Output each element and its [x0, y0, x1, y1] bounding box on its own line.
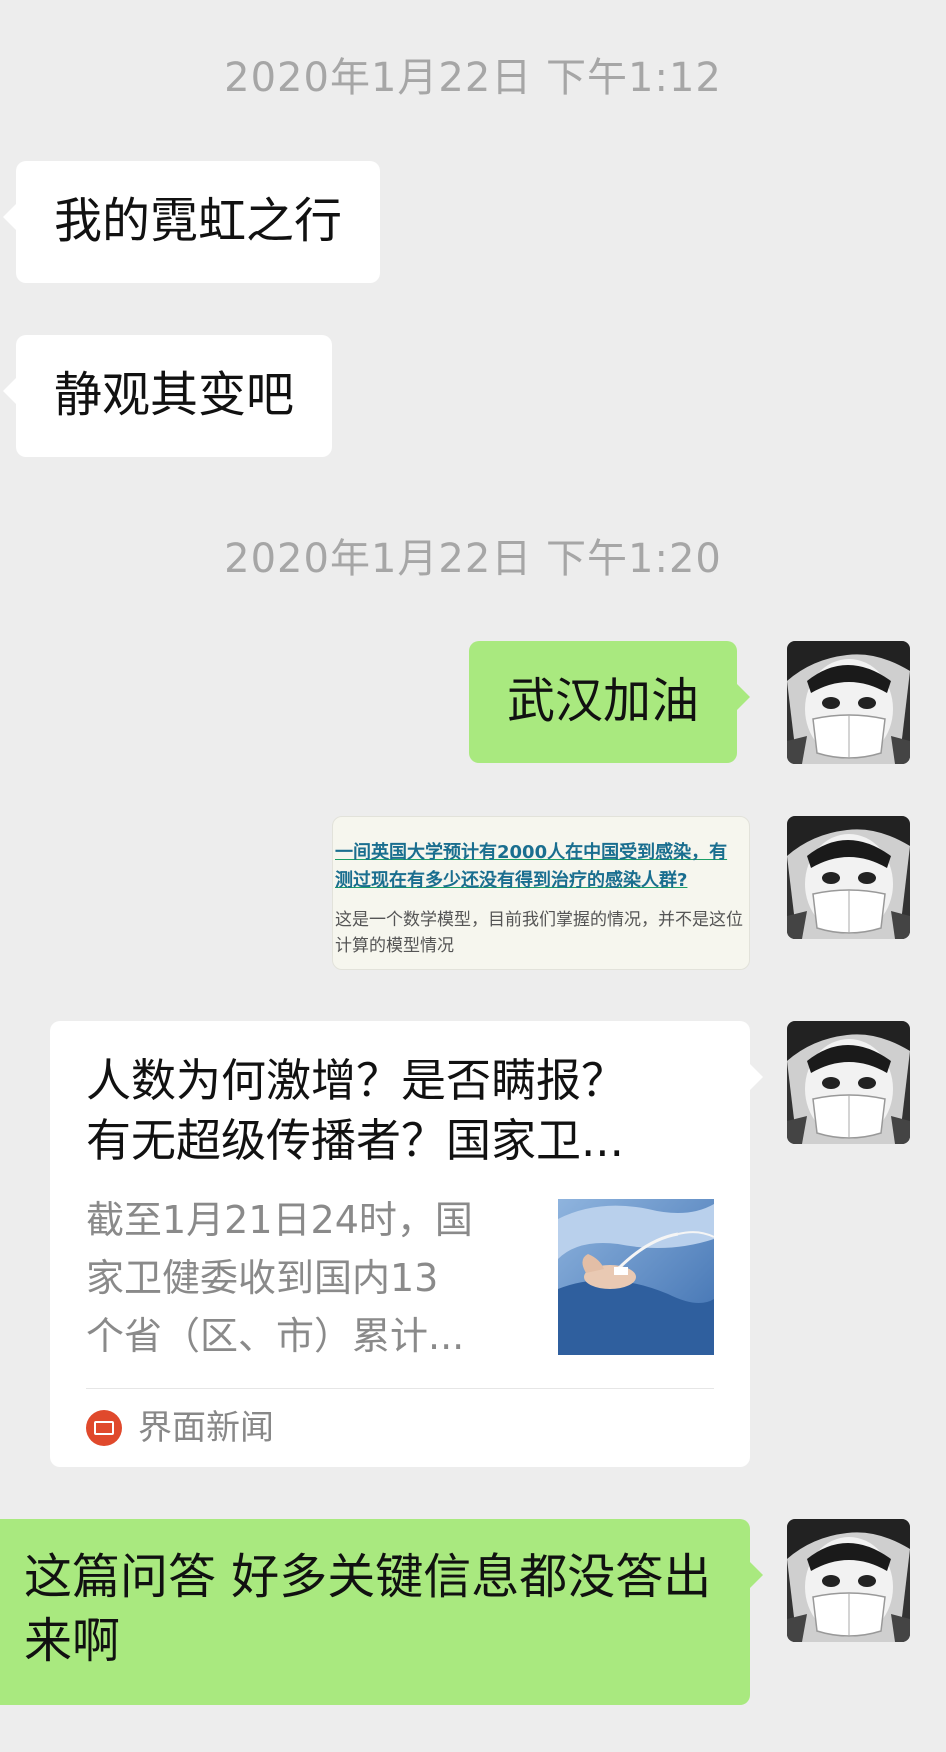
message-text: 静观其变吧	[54, 367, 295, 423]
message-text: 我的霓虹之行	[54, 193, 343, 249]
image-message[interactable]: 一间英国大学预计有2000人在中国受到感染，有 测过现在有多少还没有得到治疗的感…	[332, 816, 750, 970]
avatar-image	[787, 641, 910, 764]
article-description: 截至1月21日24时，国 家卫健委收到国内13 个省（区、市）累计...	[86, 1191, 526, 1365]
source-name: 界面新闻	[138, 1408, 274, 1448]
article-description-line: 个省（区、市）累计...	[86, 1314, 465, 1358]
article-source: 界面新闻	[86, 1405, 274, 1451]
image-text-line: 测过现在有多少还没有得到治疗的感染人群?	[335, 870, 688, 891]
user-avatar[interactable]	[787, 816, 910, 939]
article-description-line: 家卫健委收到国内13	[86, 1256, 439, 1300]
news-source-icon	[86, 1410, 122, 1446]
avatar-image	[787, 1021, 910, 1144]
article-title-line: 人数为何激增？是否瞒报？	[86, 1054, 627, 1107]
user-avatar[interactable]	[787, 641, 910, 764]
timestamp: 2020年1月22日 下午1:20	[224, 536, 722, 582]
timestamp: 2020年1月22日 下午1:12	[224, 55, 722, 101]
message-bubble-incoming[interactable]: 我的霓虹之行	[2, 161, 381, 283]
card-divider	[86, 1388, 714, 1389]
article-thumbnail	[558, 1199, 714, 1355]
avatar-image	[787, 816, 910, 939]
avatar-image	[787, 1519, 910, 1642]
image-text-line: 计算的模型情况	[335, 936, 454, 956]
message-bubble-outgoing[interactable]: 武汉加油	[469, 641, 751, 763]
article-title: 人数为何激增？是否瞒报？ 有无超级传播者？国家卫...	[86, 1051, 716, 1171]
message-bubble-incoming[interactable]: 静观其变吧	[2, 335, 333, 457]
image-text-line: 这是一个数学模型，目前我们掌握的情况，并不是这位	[335, 910, 743, 930]
article-description-line: 截至1月21日24时，国	[86, 1198, 473, 1242]
message-bubble-outgoing[interactable]: 这篇问答 好多关键信息都没答出来啊	[0, 1519, 763, 1705]
image-text-line: 一间英国大学预计有2000人在中国受到感染，有	[335, 842, 728, 863]
article-link-card[interactable]: 人数为何激增？是否瞒报？ 有无超级传播者？国家卫... 截至1月21日24时，国…	[50, 1021, 763, 1467]
user-avatar[interactable]	[787, 1519, 910, 1642]
message-text: 武汉加油	[507, 673, 700, 729]
message-text: 这篇问答 好多关键信息都没答出来啊	[24, 1549, 712, 1669]
user-avatar[interactable]	[787, 1021, 910, 1144]
article-title-line: 有无超级传播者？国家卫...	[86, 1114, 624, 1167]
